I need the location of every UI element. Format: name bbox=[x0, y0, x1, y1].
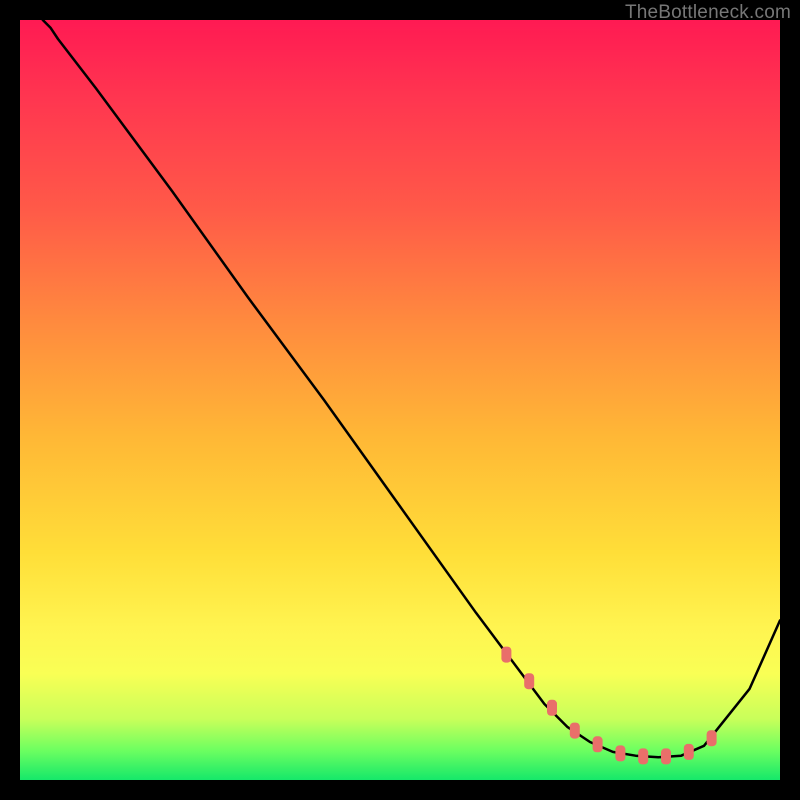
optimal-marker bbox=[547, 700, 557, 716]
optimal-zone-markers bbox=[501, 647, 716, 765]
optimal-marker bbox=[661, 748, 671, 764]
bottleneck-curve-line bbox=[43, 20, 780, 757]
watermark-text: TheBottleneck.com bbox=[625, 2, 791, 24]
optimal-marker bbox=[615, 745, 625, 761]
optimal-marker bbox=[501, 647, 511, 663]
optimal-marker bbox=[707, 730, 717, 746]
chart-frame: TheBottleneck.com bbox=[0, 0, 800, 800]
optimal-marker bbox=[684, 744, 694, 760]
optimal-marker bbox=[524, 673, 534, 689]
optimal-marker bbox=[638, 748, 648, 764]
optimal-marker bbox=[570, 723, 580, 739]
optimal-marker bbox=[593, 736, 603, 752]
chart-overlay bbox=[20, 20, 780, 780]
